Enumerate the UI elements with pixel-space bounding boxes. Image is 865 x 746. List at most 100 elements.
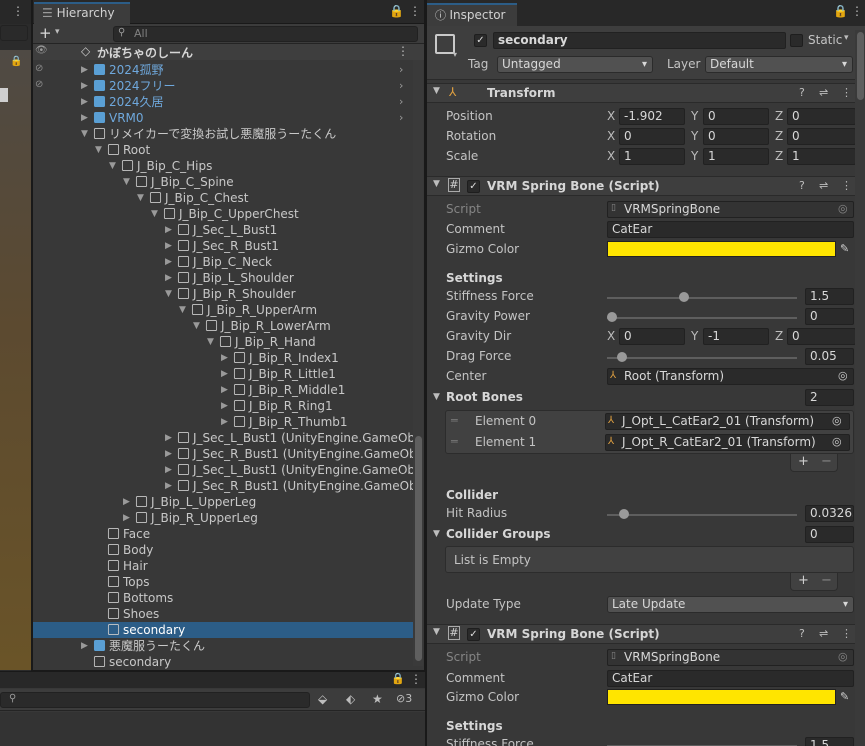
hierarchy-row[interactable]: ▼J_Bip_R_Shoulder: [33, 286, 413, 302]
foldout-arrow-icon[interactable]: ▼: [433, 392, 440, 402]
help-icon[interactable]: ?: [799, 627, 805, 640]
hierarchy-row[interactable]: ▶J_Sec_L_Bust1 (UnityEngine.GameOb: [33, 462, 413, 478]
more-icon[interactable]: ⋮: [841, 627, 852, 640]
transform-header[interactable]: ▼ ⅄ Transform ? ⇌ ⋮: [427, 83, 865, 103]
collapsed-arrow-icon[interactable]: ▶: [81, 94, 91, 110]
filter-by-type-icon[interactable]: ⬙: [318, 692, 327, 706]
hierarchy-row[interactable]: Face: [33, 526, 413, 542]
hidden-eye-icon[interactable]: ⊘: [35, 63, 43, 74]
hierarchy-row[interactable]: ▶VRM0›: [33, 110, 413, 126]
scale-axis-input[interactable]: 1: [787, 148, 856, 165]
collapsed-arrow-icon[interactable]: ▶: [165, 478, 175, 494]
hierarchy-row[interactable]: Hair: [33, 558, 413, 574]
position-axis-input[interactable]: 0: [703, 108, 769, 125]
comment-input[interactable]: CatEar: [607, 221, 854, 238]
chevron-right-icon[interactable]: ›: [399, 94, 409, 110]
hierarchy-row[interactable]: Body: [33, 542, 413, 558]
preset-icon[interactable]: ⇌: [819, 179, 828, 192]
collapsed-arrow-icon[interactable]: ▶: [165, 462, 175, 478]
object-picker-icon[interactable]: ◎: [832, 414, 842, 427]
drag-handle-icon[interactable]: ═: [451, 414, 458, 427]
collapsed-arrow-icon[interactable]: ▶: [165, 446, 175, 462]
remove-element-button[interactable]: −: [821, 454, 832, 470]
scene-search-field[interactable]: [0, 25, 28, 41]
gravity-dir-axis-input[interactable]: 0: [787, 328, 856, 345]
expanded-arrow-icon[interactable]: ▼: [81, 126, 91, 142]
lock-icon[interactable]: 🔒: [10, 56, 22, 67]
expanded-arrow-icon[interactable]: ▼: [193, 318, 203, 334]
collapsed-arrow-icon[interactable]: ▶: [221, 350, 231, 366]
collapsed-arrow-icon[interactable]: ▶: [221, 414, 231, 430]
hierarchy-row[interactable]: ▶J_Sec_R_Bust1 (UnityEngine.GameOb: [33, 478, 413, 494]
help-icon[interactable]: ?: [799, 179, 805, 192]
rotation-axis-input[interactable]: 0: [619, 128, 685, 145]
chevron-right-icon[interactable]: ›: [399, 78, 409, 94]
element-transform-field[interactable]: J_Opt_R_CatEar2_01 (Transform): [605, 434, 850, 451]
hierarchy-row[interactable]: ▼J_Bip_C_UpperChest: [33, 206, 413, 222]
tab-inspector[interactable]: ⓘ Inspector: [427, 3, 517, 26]
object-name-input[interactable]: secondary: [493, 32, 786, 49]
center-field[interactable]: Root (Transform): [607, 368, 854, 385]
element-transform-field[interactable]: J_Opt_L_CatEar2_01 (Transform): [605, 413, 850, 430]
scale-axis-input[interactable]: 1: [619, 148, 685, 165]
collapsed-arrow-icon[interactable]: ▶: [221, 398, 231, 414]
foldout-arrow-icon[interactable]: ▼: [433, 179, 440, 189]
lock-icon[interactable]: 🔒: [391, 672, 405, 685]
more-icon[interactable]: ⋮: [841, 179, 852, 192]
hierarchy-row[interactable]: ▶J_Bip_R_Middle1: [33, 382, 413, 398]
lock-icon[interactable]: 🔒: [833, 4, 848, 18]
collapsed-arrow-icon[interactable]: ▶: [165, 430, 175, 446]
layer-dropdown[interactable]: Default: [705, 56, 853, 73]
hierarchy-row[interactable]: ▶J_Bip_R_Index1: [33, 350, 413, 366]
chevron-right-icon[interactable]: ›: [399, 62, 409, 78]
hit-radius-slider-track[interactable]: [607, 514, 797, 516]
hierarchy-row[interactable]: ▶2024孤野›: [33, 62, 413, 78]
hierarchy-row[interactable]: ▶J_Sec_L_Bust1 (UnityEngine.GameOb: [33, 430, 413, 446]
collapsed-arrow-icon[interactable]: ▶: [81, 638, 91, 654]
collapsed-arrow-icon[interactable]: ▶: [165, 238, 175, 254]
hierarchy-row[interactable]: ▶J_Bip_R_UpperLeg: [33, 510, 413, 526]
stiffness-slider-knob[interactable]: [679, 292, 689, 302]
expanded-arrow-icon[interactable]: ▼: [207, 334, 217, 350]
scene-header-row[interactable]: 👁 ◇ かぼちゃのしーん ⋮: [33, 44, 424, 60]
position-axis-input[interactable]: -1.902: [619, 108, 685, 125]
expanded-arrow-icon[interactable]: ▼: [179, 302, 189, 318]
rotation-axis-input[interactable]: 0: [703, 128, 769, 145]
more-icon[interactable]: ⋮: [851, 4, 863, 18]
gravity-power-input[interactable]: 0: [805, 308, 854, 325]
chevron-right-icon[interactable]: ›: [399, 110, 409, 126]
collapsed-arrow-icon[interactable]: ▶: [165, 254, 175, 270]
gravity-power-slider-track[interactable]: [607, 317, 797, 319]
stiffness-input[interactable]: 1.5: [805, 737, 854, 746]
chevron-down-icon[interactable]: ▾: [55, 27, 60, 37]
hierarchy-row[interactable]: ▶J_Bip_L_Shoulder: [33, 270, 413, 286]
hierarchy-row[interactable]: ▼J_Bip_R_LowerArm: [33, 318, 413, 334]
hierarchy-row[interactable]: ▶J_Bip_R_Ring1: [33, 398, 413, 414]
expanded-arrow-icon[interactable]: ▼: [137, 190, 147, 206]
enabled-checkbox[interactable]: ✓: [467, 628, 480, 641]
preset-icon[interactable]: ⇌: [819, 86, 828, 99]
hierarchy-row[interactable]: ▶2024フリー›: [33, 78, 413, 94]
hierarchy-row[interactable]: ▼Root: [33, 142, 413, 158]
help-icon[interactable]: ?: [799, 86, 805, 99]
collider-groups-size-input[interactable]: 0: [805, 526, 854, 543]
hierarchy-row[interactable]: ▶J_Bip_C_Neck: [33, 254, 413, 270]
gizmo-color-field[interactable]: [607, 689, 836, 705]
collapsed-arrow-icon[interactable]: ▶: [165, 270, 175, 286]
spring-bone-header[interactable]: ▼ # ✓ VRM Spring Bone (Script) ? ⇌ ⋮: [427, 176, 865, 196]
remove-element-button[interactable]: −: [821, 573, 832, 589]
collapsed-arrow-icon[interactable]: ▶: [81, 110, 91, 126]
lock-icon[interactable]: 🔒: [389, 4, 404, 18]
scene-more-icon[interactable]: ⋮: [397, 44, 409, 58]
hierarchy-row[interactable]: ▼J_Bip_C_Spine: [33, 174, 413, 190]
object-picker-icon[interactable]: ◎: [838, 369, 848, 382]
hierarchy-scroll-thumb[interactable]: [415, 436, 422, 661]
more-icon[interactable]: ⋮: [841, 86, 852, 99]
preset-icon[interactable]: ⇌: [819, 627, 828, 640]
add-button[interactable]: +: [39, 24, 52, 42]
inspector-scrollbar[interactable]: [855, 30, 865, 746]
chevron-down-icon[interactable]: ▾: [453, 50, 457, 59]
position-axis-input[interactable]: 0: [787, 108, 856, 125]
enabled-checkbox[interactable]: ✓: [467, 180, 480, 193]
hierarchy-row[interactable]: ▶悪魔服うーたくん: [33, 638, 413, 654]
